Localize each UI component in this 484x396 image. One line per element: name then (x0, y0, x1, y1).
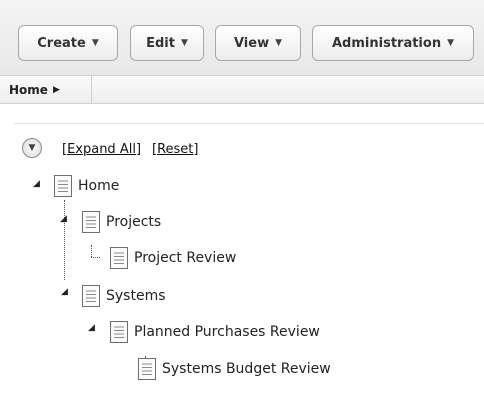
tree-node-label: Systems Budget Review (162, 361, 331, 377)
tree-node-systems-budget-review[interactable]: Systems Budget Review (138, 357, 331, 381)
chevron-down-icon: ▼ (180, 38, 188, 48)
view-button[interactable]: View ▼ (215, 25, 301, 61)
tree-node-project-review[interactable]: Project Review (110, 246, 236, 270)
tree-node-planned-purchases-review[interactable]: Planned Purchases Review (110, 320, 320, 344)
collapse-toggle-icon[interactable]: ▼ (22, 138, 42, 158)
tree-connector (64, 200, 65, 280)
view-button-label: View (233, 35, 270, 51)
administration-button[interactable]: Administration ▼ (312, 25, 474, 61)
chevron-down-icon: ▼ (275, 38, 283, 48)
administration-button-label: Administration (332, 35, 442, 51)
tree-connector (91, 257, 100, 258)
chevron-down-icon: ▼ (91, 38, 99, 48)
create-button[interactable]: Create ▼ (18, 25, 118, 61)
breadcrumb: Home ▶ (0, 76, 484, 104)
document-icon (110, 321, 128, 343)
tree-node-home[interactable]: Home (54, 174, 119, 198)
document-icon (54, 175, 72, 197)
document-icon (138, 358, 156, 380)
tree-node-label: Planned Purchases Review (134, 324, 320, 340)
node-expanded-icon[interactable]: ◢ (61, 287, 68, 297)
tree-node-label: Projects (106, 214, 162, 230)
chevron-down-icon: ▼ (447, 38, 454, 48)
document-icon (110, 247, 128, 269)
tree-node-label: Project Review (134, 250, 237, 266)
tree-node-label: Systems (106, 288, 166, 304)
breadcrumb-item-home[interactable]: Home ▶ (0, 76, 92, 103)
chevron-right-icon: ▶ (52, 84, 60, 95)
document-icon (82, 285, 100, 307)
document-icon (82, 211, 100, 233)
create-button-label: Create (37, 35, 86, 51)
node-expanded-icon[interactable]: ◢ (88, 323, 95, 333)
divider (14, 123, 484, 124)
tree-node-systems[interactable]: Systems (82, 284, 166, 308)
breadcrumb-item-label: Home (9, 82, 48, 97)
expand-all-link[interactable]: [Expand All] (62, 142, 141, 157)
tree-node-label: Home (78, 178, 120, 194)
edit-button[interactable]: Edit ▼ (130, 25, 204, 61)
edit-button-label: Edit (146, 35, 175, 51)
reset-link[interactable]: [Reset] (152, 142, 198, 157)
tree-node-projects[interactable]: Projects (82, 210, 161, 234)
tree-connector (91, 245, 92, 257)
node-expanded-icon[interactable]: ◢ (60, 214, 67, 224)
node-expanded-icon[interactable]: ◢ (33, 179, 40, 189)
toolbar: Create ▼ Edit ▼ View ▼ Administration ▼ (0, 0, 484, 76)
